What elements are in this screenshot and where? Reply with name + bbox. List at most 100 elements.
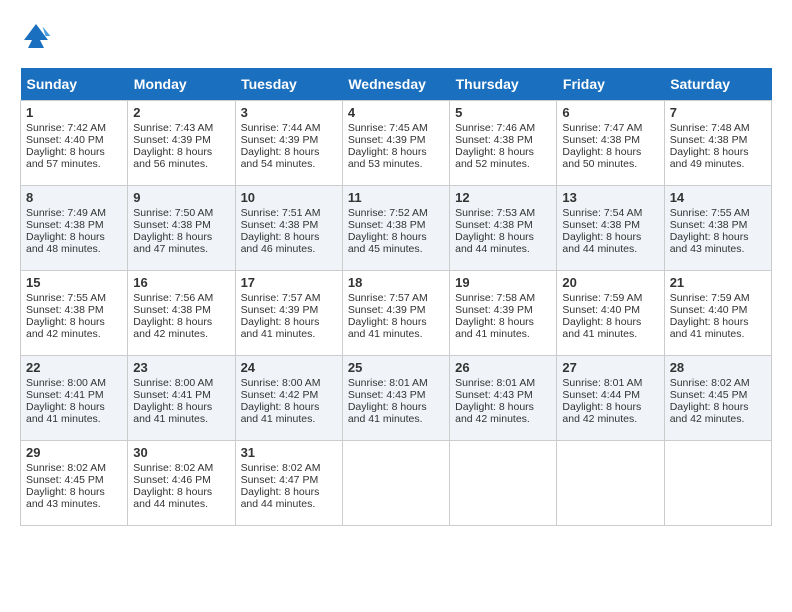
day-info-line: Sunrise: 7:58 AM [455, 292, 551, 304]
day-info-line: and 43 minutes. [670, 243, 766, 255]
day-info-line: and 41 minutes. [26, 413, 122, 425]
weekday-header: Friday [557, 68, 664, 101]
day-info-line: Sunrise: 7:59 AM [562, 292, 658, 304]
day-info-line: Sunrise: 7:42 AM [26, 122, 122, 134]
day-info-line: Sunrise: 8:02 AM [241, 462, 337, 474]
calendar-cell: 3Sunrise: 7:44 AMSunset: 4:39 PMDaylight… [235, 101, 342, 186]
day-info-line: and 44 minutes. [562, 243, 658, 255]
day-number: 26 [455, 360, 551, 375]
day-info-line: and 53 minutes. [348, 158, 444, 170]
day-info-line: Daylight: 8 hours [455, 401, 551, 413]
calendar-cell: 13Sunrise: 7:54 AMSunset: 4:38 PMDayligh… [557, 186, 664, 271]
day-number: 6 [562, 105, 658, 120]
day-number: 2 [133, 105, 229, 120]
day-info-line: Sunrise: 7:43 AM [133, 122, 229, 134]
day-number: 18 [348, 275, 444, 290]
day-info-line: Daylight: 8 hours [670, 401, 766, 413]
day-info-line: Sunset: 4:40 PM [26, 134, 122, 146]
day-info-line: Daylight: 8 hours [133, 316, 229, 328]
day-info-line: Sunset: 4:46 PM [133, 474, 229, 486]
day-number: 20 [562, 275, 658, 290]
calendar-cell: 5Sunrise: 7:46 AMSunset: 4:38 PMDaylight… [450, 101, 557, 186]
day-info-line: Sunset: 4:38 PM [455, 134, 551, 146]
day-info-line: and 42 minutes. [455, 413, 551, 425]
day-info-line: and 56 minutes. [133, 158, 229, 170]
day-info-line: Sunset: 4:39 PM [455, 304, 551, 316]
day-info-line: Sunset: 4:38 PM [562, 134, 658, 146]
day-info-line: Sunset: 4:38 PM [26, 219, 122, 231]
day-info-line: Daylight: 8 hours [241, 231, 337, 243]
calendar-cell: 28Sunrise: 8:02 AMSunset: 4:45 PMDayligh… [664, 356, 771, 441]
calendar-cell: 10Sunrise: 7:51 AMSunset: 4:38 PMDayligh… [235, 186, 342, 271]
day-info-line: Sunrise: 8:01 AM [348, 377, 444, 389]
calendar-cell [342, 441, 449, 526]
day-info-line: Sunset: 4:45 PM [670, 389, 766, 401]
day-info-line: Sunset: 4:40 PM [562, 304, 658, 316]
day-info-line: Daylight: 8 hours [562, 146, 658, 158]
day-info-line: and 44 minutes. [241, 498, 337, 510]
day-number: 17 [241, 275, 337, 290]
day-info-line: Sunrise: 7:51 AM [241, 207, 337, 219]
day-info-line: Daylight: 8 hours [26, 146, 122, 158]
calendar-cell: 19Sunrise: 7:58 AMSunset: 4:39 PMDayligh… [450, 271, 557, 356]
day-info-line: Daylight: 8 hours [348, 146, 444, 158]
day-info-line: and 50 minutes. [562, 158, 658, 170]
day-info-line: Sunrise: 7:48 AM [670, 122, 766, 134]
day-info-line: Sunrise: 7:53 AM [455, 207, 551, 219]
calendar-cell: 6Sunrise: 7:47 AMSunset: 4:38 PMDaylight… [557, 101, 664, 186]
day-info-line: and 41 minutes. [348, 328, 444, 340]
day-info-line: Sunset: 4:39 PM [241, 134, 337, 146]
day-info-line: Sunset: 4:38 PM [26, 304, 122, 316]
day-info-line: Sunset: 4:38 PM [133, 219, 229, 231]
day-info-line: and 42 minutes. [562, 413, 658, 425]
calendar-cell: 17Sunrise: 7:57 AMSunset: 4:39 PMDayligh… [235, 271, 342, 356]
day-number: 11 [348, 190, 444, 205]
day-info-line: Sunrise: 7:54 AM [562, 207, 658, 219]
calendar-cell: 26Sunrise: 8:01 AMSunset: 4:43 PMDayligh… [450, 356, 557, 441]
day-number: 30 [133, 445, 229, 460]
day-info-line: Sunset: 4:45 PM [26, 474, 122, 486]
calendar-cell: 27Sunrise: 8:01 AMSunset: 4:44 PMDayligh… [557, 356, 664, 441]
day-info-line: and 44 minutes. [455, 243, 551, 255]
day-info-line: Daylight: 8 hours [455, 146, 551, 158]
calendar-cell: 18Sunrise: 7:57 AMSunset: 4:39 PMDayligh… [342, 271, 449, 356]
calendar-cell: 24Sunrise: 8:00 AMSunset: 4:42 PMDayligh… [235, 356, 342, 441]
day-number: 5 [455, 105, 551, 120]
day-number: 15 [26, 275, 122, 290]
day-info-line: and 48 minutes. [26, 243, 122, 255]
calendar-cell: 20 Sunrise: 7:59 AMSunset: 4:40 PMDayligh… [557, 271, 664, 356]
weekday-header-row: SundayMondayTuesdayWednesdayThursdayFrid… [21, 68, 772, 101]
day-info-line: and 41 minutes. [455, 328, 551, 340]
calendar-week-row: 1Sunrise: 7:42 AMSunset: 4:40 PMDaylight… [21, 101, 772, 186]
day-number: 4 [348, 105, 444, 120]
calendar-cell: 14Sunrise: 7:55 AMSunset: 4:38 PMDayligh… [664, 186, 771, 271]
day-info-line: and 41 minutes. [670, 328, 766, 340]
day-info-line: Daylight: 8 hours [562, 231, 658, 243]
day-number: 22 [26, 360, 122, 375]
day-info-line: Daylight: 8 hours [562, 316, 658, 328]
calendar-week-row: 29Sunrise: 8:02 AMSunset: 4:45 PMDayligh… [21, 441, 772, 526]
day-info-line: and 54 minutes. [241, 158, 337, 170]
day-info-line: Sunrise: 7:57 AM [241, 292, 337, 304]
day-info-line: Sunset: 4:40 PM [670, 304, 766, 316]
day-info-line: Sunset: 4:47 PM [241, 474, 337, 486]
day-info-line: Sunset: 4:38 PM [348, 219, 444, 231]
day-info-line: Sunrise: 8:00 AM [26, 377, 122, 389]
day-info-line: Daylight: 8 hours [133, 401, 229, 413]
day-number: 12 [455, 190, 551, 205]
calendar-cell: 2Sunrise: 7:43 AMSunset: 4:39 PMDaylight… [128, 101, 235, 186]
day-info-line: and 49 minutes. [670, 158, 766, 170]
day-info-line: Daylight: 8 hours [133, 146, 229, 158]
day-info-line: Daylight: 8 hours [133, 486, 229, 498]
day-info-line: Sunset: 4:38 PM [670, 219, 766, 231]
calendar-cell: 12Sunrise: 7:53 AMSunset: 4:38 PMDayligh… [450, 186, 557, 271]
calendar-cell: 4Sunrise: 7:45 AMSunset: 4:39 PMDaylight… [342, 101, 449, 186]
day-info-line: and 41 minutes. [562, 328, 658, 340]
day-number: 27 [562, 360, 658, 375]
day-info-line: Daylight: 8 hours [26, 316, 122, 328]
calendar-week-row: 22Sunrise: 8:00 AMSunset: 4:41 PMDayligh… [21, 356, 772, 441]
day-info-line: Sunrise: 7:55 AM [26, 292, 122, 304]
day-info-line: Sunrise: 8:01 AM [562, 377, 658, 389]
day-number: 9 [133, 190, 229, 205]
day-number: 23 [133, 360, 229, 375]
